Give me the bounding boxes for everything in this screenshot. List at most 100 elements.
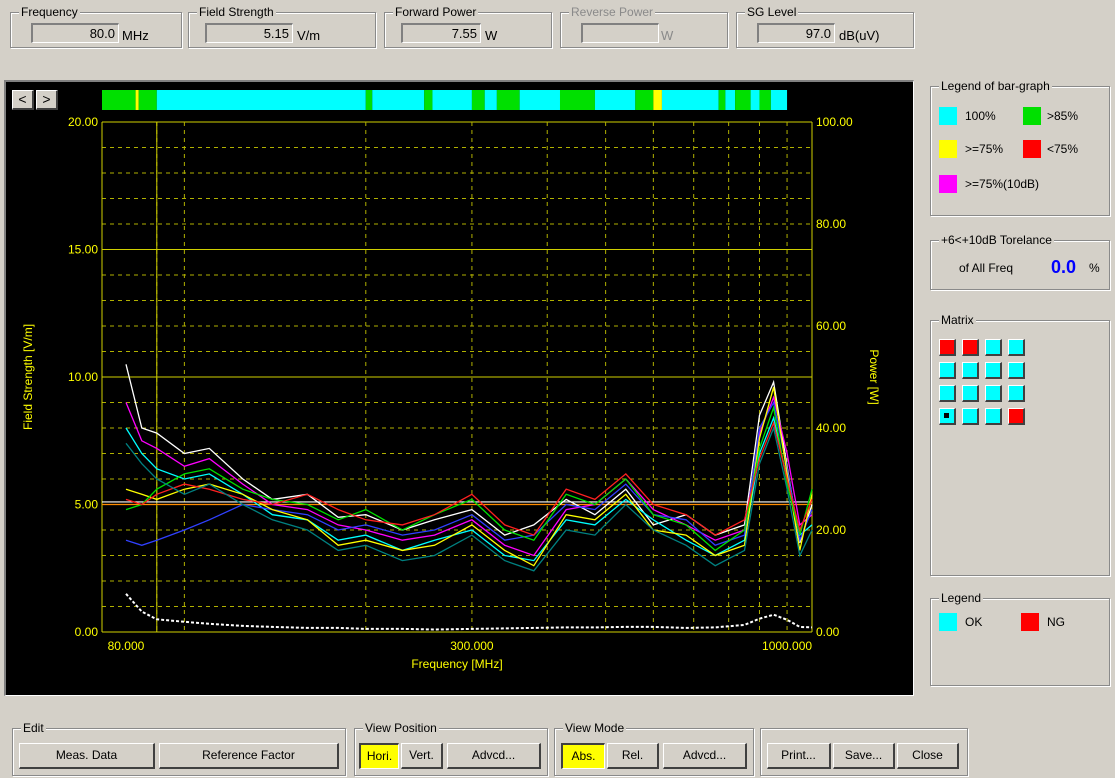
matrix-cell[interactable]: [1008, 385, 1025, 402]
view-mode-caption: View Mode: [563, 721, 627, 735]
bar-graph-segment: [519, 90, 560, 110]
sg-level-unit: dB(uV): [839, 28, 880, 43]
swatch-100: [939, 107, 957, 125]
bar-graph-segment: [661, 90, 719, 110]
x-axis-title: Frequency [MHz]: [411, 657, 502, 671]
matrix-cell[interactable]: [985, 339, 1002, 356]
y-tick-label: 0.00: [75, 625, 99, 639]
y2-tick-label: 100.00: [816, 115, 853, 129]
bar-graph-segment: [102, 90, 136, 110]
rel-button[interactable]: Rel.: [607, 743, 659, 769]
matrix-selected-marker: [944, 413, 949, 418]
bar-graph-segment: [725, 90, 736, 110]
reverse-power-unit: W: [661, 28, 674, 43]
forward-power-unit: W: [485, 28, 498, 43]
field-strength-series: [125, 405, 813, 552]
frequency-group: Frequency 80.0 MHz: [10, 5, 182, 48]
ng-swatch: [1021, 613, 1039, 631]
legend-group: Legend OK NG: [930, 591, 1110, 686]
x-tick-label: 1000.000: [762, 639, 812, 653]
sg-level-group: SG Level 97.0 dB(uV): [736, 5, 914, 48]
bar-graph-segment: [471, 90, 485, 110]
bar-graph-segment: [718, 90, 726, 110]
swatch-75-10db: [939, 175, 957, 193]
plot-area: < > 0.00 5.00 10.00 15.00 20.00 0.00 20.00 40.0…: [4, 80, 914, 696]
matrix-cell[interactable]: [1008, 408, 1025, 425]
field-strength-unit: V/m: [297, 28, 321, 43]
sg-level-caption: SG Level: [745, 5, 799, 19]
reference-factor-button[interactable]: Reference Factor: [159, 743, 339, 769]
matrix-cell[interactable]: [939, 362, 956, 379]
bar-graph-segment: [424, 90, 433, 110]
y2-tick-label: 20.00: [816, 523, 846, 537]
matrix-cell[interactable]: [939, 408, 956, 425]
view-position-advcd-button[interactable]: Advcd...: [447, 743, 541, 769]
matrix-cell[interactable]: [985, 362, 1002, 379]
save-button[interactable]: Save...: [833, 743, 895, 769]
y2-tick-label: 0.00: [816, 625, 840, 639]
bar-graph-segment: [156, 90, 366, 110]
field-strength-series: [125, 425, 813, 572]
matrix-cell[interactable]: [985, 385, 1002, 402]
legend-bargraph-caption: Legend of bar-graph: [939, 79, 1052, 93]
tolerance-unit: %: [1089, 261, 1100, 275]
matrix-cell[interactable]: [1008, 339, 1025, 356]
print-button[interactable]: Print...: [767, 743, 831, 769]
sg-level-field: 97.0: [757, 23, 835, 43]
matrix-cell[interactable]: [939, 385, 956, 402]
bar-graph-segment: [635, 90, 654, 110]
view-position-caption: View Position: [363, 721, 439, 735]
view-mode-group: View Mode Abs. Rel. Advcd...: [554, 721, 754, 776]
frequency-caption: Frequency: [19, 5, 80, 19]
hori-button[interactable]: Hori.: [359, 743, 399, 769]
y2-tick-label: 40.00: [816, 421, 846, 435]
matrix-cell[interactable]: [962, 408, 979, 425]
abs-button[interactable]: Abs.: [561, 743, 605, 769]
bar-graph-segment: [135, 90, 139, 110]
bar-graph-segment: [365, 90, 373, 110]
meas-data-button[interactable]: Meas. Data: [19, 743, 155, 769]
y-tick-label: 15.00: [68, 243, 98, 257]
y2-tick-label: 80.00: [816, 217, 846, 231]
bar-graph-segment: [484, 90, 497, 110]
bar-graph-segment: [750, 90, 760, 110]
matrix-caption: Matrix: [939, 313, 976, 327]
field-strength-group: Field Strength 5.15 V/m: [188, 5, 376, 48]
field-strength-caption: Field Strength: [197, 5, 276, 19]
reverse-power-caption: Reverse Power: [569, 5, 656, 19]
edit-caption: Edit: [21, 721, 46, 735]
matrix-cell[interactable]: [962, 339, 979, 356]
swatch-85: [1023, 107, 1041, 125]
ng-label: NG: [1047, 615, 1065, 629]
field-strength-field: 5.15: [205, 23, 293, 43]
y-axis-title: Field Strength [V/m]: [21, 324, 35, 430]
view-mode-advcd-button[interactable]: Advcd...: [663, 743, 747, 769]
matrix-cell[interactable]: [939, 339, 956, 356]
bar-graph-segment: [594, 90, 636, 110]
bar-graph-segment: [559, 90, 595, 110]
ok-label: OK: [965, 615, 983, 629]
matrix-cell[interactable]: [1008, 362, 1025, 379]
frequency-field: 80.0: [31, 23, 119, 43]
tolerance-caption: +6<+10dB Torelance: [939, 233, 1054, 247]
matrix-cell[interactable]: [962, 362, 979, 379]
field-strength-series: [125, 395, 813, 557]
matrix-cell[interactable]: [962, 385, 979, 402]
close-button[interactable]: Close: [897, 743, 959, 769]
forward-power-caption: Forward Power: [393, 5, 479, 19]
y-tick-label: 20.00: [68, 115, 98, 129]
tolerance-group: +6<+10dB Torelance of All Freq 0.0 %: [930, 233, 1110, 290]
y-tick-label: 5.00: [75, 498, 99, 512]
bar-graph-segment: [653, 90, 662, 110]
field-strength-series: [125, 420, 813, 536]
matrix-cell[interactable]: [985, 408, 1002, 425]
tolerance-label: of All Freq: [959, 261, 1014, 275]
label-lt75: <75%: [1047, 142, 1079, 156]
vert-button[interactable]: Vert.: [401, 743, 443, 769]
matrix-group: Matrix: [930, 313, 1110, 576]
forward-power-group: Forward Power 7.55 W: [384, 5, 552, 48]
legend-bargraph-group: Legend of bar-graph 100% >85% >=75% <75%…: [930, 79, 1110, 216]
view-position-group: View Position Hori. Vert. Advcd...: [354, 721, 548, 776]
swatch-lt75: [1023, 140, 1041, 158]
y-tick-label: 10.00: [68, 370, 98, 384]
